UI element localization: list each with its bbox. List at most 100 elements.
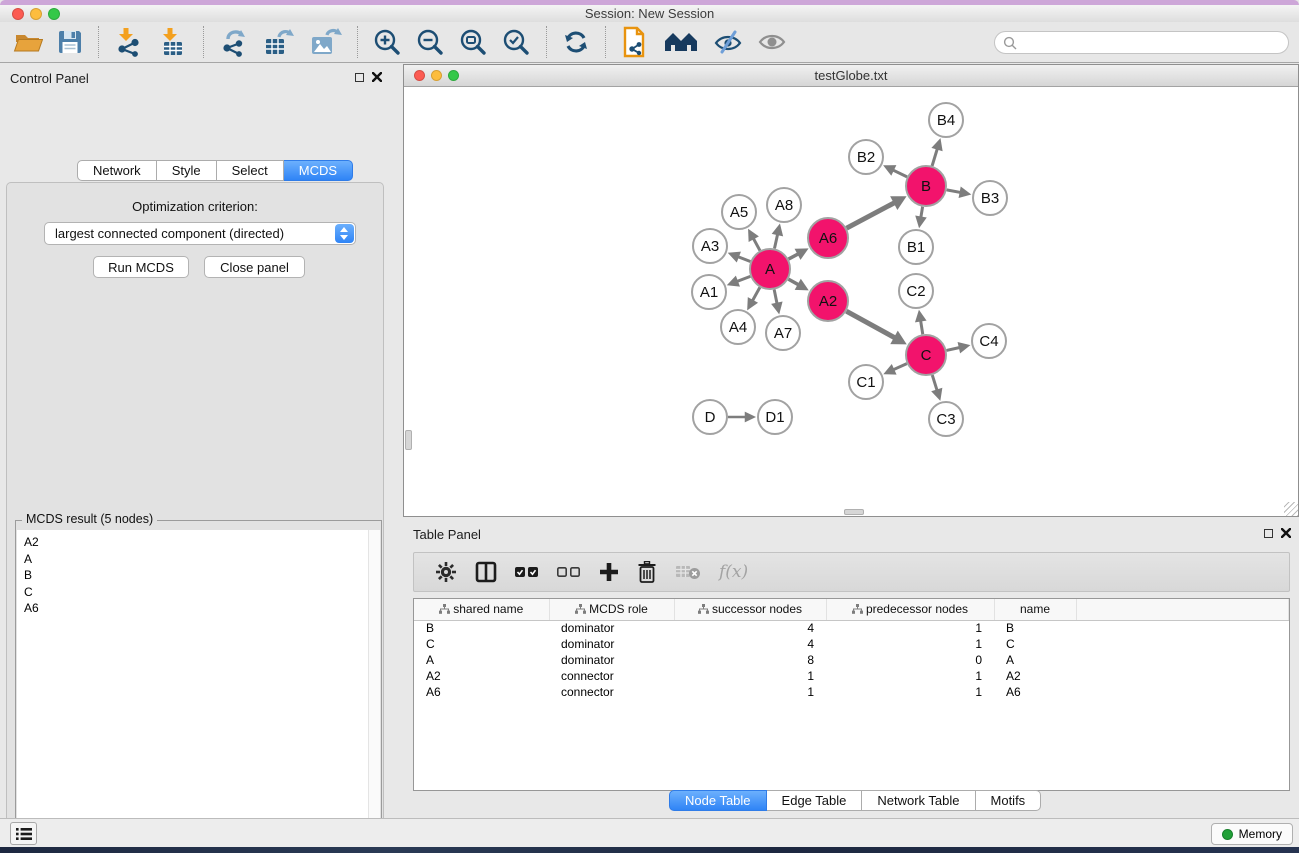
refresh-layout-button[interactable] — [562, 28, 590, 56]
search-input[interactable] — [1021, 34, 1288, 52]
delete-button[interactable] — [637, 561, 657, 583]
network-node-D[interactable]: D — [693, 400, 727, 434]
search-box[interactable] — [994, 31, 1289, 54]
optimization-criterion-select[interactable]: largest connected component (directed) — [44, 222, 356, 245]
mcds-result-listbox[interactable]: A2ABCA6 — [17, 530, 380, 853]
edge-A-A7[interactable] — [774, 290, 777, 305]
edge-C-C3[interactable] — [932, 375, 937, 391]
zoom-out-button[interactable] — [416, 28, 445, 57]
network-node-C1[interactable]: C1 — [849, 365, 883, 399]
column-header-shared-name[interactable]: shared name — [414, 599, 549, 620]
edge-C-C1[interactable] — [893, 364, 907, 370]
mcds-result-item[interactable]: A — [24, 551, 380, 568]
network-node-A3[interactable]: A3 — [693, 229, 727, 263]
network-node-B[interactable]: B — [906, 166, 946, 206]
tab-network[interactable]: Network — [77, 160, 157, 181]
edge-A-A3[interactable] — [737, 257, 750, 262]
network-node-A7[interactable]: A7 — [766, 316, 800, 350]
show-panels-button[interactable] — [757, 29, 787, 55]
table-row[interactable]: A6connector11A6 — [414, 684, 1289, 700]
hide-panels-button[interactable] — [713, 29, 743, 55]
edge-B-B1[interactable] — [921, 207, 923, 218]
network-node-D1[interactable]: D1 — [758, 400, 792, 434]
import-network-button[interactable] — [114, 27, 144, 57]
list-scrollbar[interactable] — [368, 530, 380, 853]
table-row[interactable]: Adominator80A — [414, 652, 1289, 668]
close-panel-icon[interactable] — [372, 72, 382, 82]
network-node-A1[interactable]: A1 — [692, 275, 726, 309]
network-node-A5[interactable]: A5 — [722, 195, 756, 229]
tab-style[interactable]: Style — [157, 160, 217, 181]
column-header-predecessor-nodes[interactable]: predecessor nodes — [826, 599, 994, 620]
delete-table-button[interactable] — [675, 564, 701, 580]
network-node-A6[interactable]: A6 — [808, 218, 848, 258]
table-row[interactable]: A2connector11A2 — [414, 668, 1289, 684]
edge-C-C4[interactable] — [946, 347, 960, 350]
new-network-button[interactable] — [621, 26, 649, 58]
tab-edge-table[interactable]: Edge Table — [767, 790, 863, 811]
task-history-button[interactable] — [10, 822, 37, 845]
network-node-C3[interactable]: C3 — [929, 402, 963, 436]
edge-A-A4[interactable] — [752, 287, 760, 301]
network-node-C2[interactable]: C2 — [899, 274, 933, 308]
network-node-A[interactable]: A — [750, 249, 790, 289]
mcds-result-item[interactable]: C — [24, 584, 380, 601]
table-settings-button[interactable] — [435, 561, 457, 583]
resize-grip[interactable] — [1284, 502, 1298, 516]
edge-B-B3[interactable] — [947, 190, 961, 193]
mcds-result-item[interactable]: A2 — [24, 534, 380, 551]
function-builder-button[interactable]: f(x) — [719, 562, 748, 582]
vertical-scroll-handle[interactable] — [405, 430, 412, 450]
mcds-result-item[interactable]: A6 — [24, 600, 380, 617]
column-header-successor-nodes[interactable]: successor nodes — [674, 599, 826, 620]
export-image-button[interactable] — [309, 27, 342, 57]
horizontal-scroll-handle[interactable] — [844, 509, 864, 515]
zoom-in-button[interactable] — [373, 28, 402, 57]
close-panel-icon[interactable] — [1281, 528, 1291, 538]
edge-A-A8[interactable] — [774, 234, 777, 249]
tab-node-table[interactable]: Node Table — [669, 790, 767, 811]
float-panel-icon[interactable] — [355, 73, 364, 82]
select-all-button[interactable] — [515, 565, 539, 579]
export-network-button[interactable] — [219, 27, 249, 57]
table-row[interactable]: Cdominator41C — [414, 636, 1289, 652]
network-node-C[interactable]: C — [906, 335, 946, 375]
tab-motifs[interactable]: Motifs — [976, 790, 1042, 811]
mcds-result-item[interactable]: B — [24, 567, 380, 584]
column-header-name[interactable]: name — [994, 599, 1076, 620]
edge-B-B2[interactable] — [892, 170, 907, 177]
network-node-B1[interactable]: B1 — [899, 230, 933, 264]
export-table-button[interactable] — [263, 27, 295, 57]
network-canvas[interactable]: AA1A2A3A4A5A6A7A8BB1B2B3B4CC1C2C3C4DD1 — [404, 88, 1298, 516]
edge-A-A2[interactable] — [788, 279, 799, 285]
memory-button[interactable]: Memory — [1211, 823, 1293, 845]
zoom-fit-button[interactable] — [459, 28, 488, 57]
table-row[interactable]: Bdominator41B — [414, 620, 1289, 636]
tab-mcds[interactable]: MCDS — [284, 160, 353, 181]
edge-B-B4[interactable] — [932, 148, 937, 166]
column-header-MCDS-role[interactable]: MCDS role — [549, 599, 674, 620]
network-window-titlebar[interactable]: testGlobe.txt — [404, 65, 1298, 87]
network-node-B3[interactable]: B3 — [973, 181, 1007, 215]
home-button[interactable] — [663, 29, 699, 55]
network-node-A2[interactable]: A2 — [808, 281, 848, 321]
zoom-selected-button[interactable] — [502, 28, 531, 57]
network-node-B2[interactable]: B2 — [849, 140, 883, 174]
import-table-button[interactable] — [158, 27, 188, 57]
open-session-button[interactable] — [13, 29, 43, 55]
column-layout-button[interactable] — [475, 561, 497, 583]
close-panel-button[interactable]: Close panel — [204, 256, 305, 278]
edge-A-A5[interactable] — [753, 238, 760, 251]
network-node-A4[interactable]: A4 — [721, 310, 755, 344]
edge-A2-C[interactable] — [846, 311, 895, 338]
float-panel-icon[interactable] — [1264, 529, 1273, 538]
node-table[interactable]: shared nameMCDS rolesuccessor nodesprede… — [413, 598, 1290, 791]
edge-A-A6[interactable] — [789, 254, 799, 260]
network-node-C4[interactable]: C4 — [972, 324, 1006, 358]
deselect-all-button[interactable] — [557, 565, 581, 579]
edge-A6-B[interactable] — [847, 202, 896, 228]
save-session-button[interactable] — [57, 29, 83, 55]
network-node-B4[interactable]: B4 — [929, 103, 963, 137]
run-mcds-button[interactable]: Run MCDS — [93, 256, 189, 278]
edge-A-A1[interactable] — [737, 276, 751, 281]
